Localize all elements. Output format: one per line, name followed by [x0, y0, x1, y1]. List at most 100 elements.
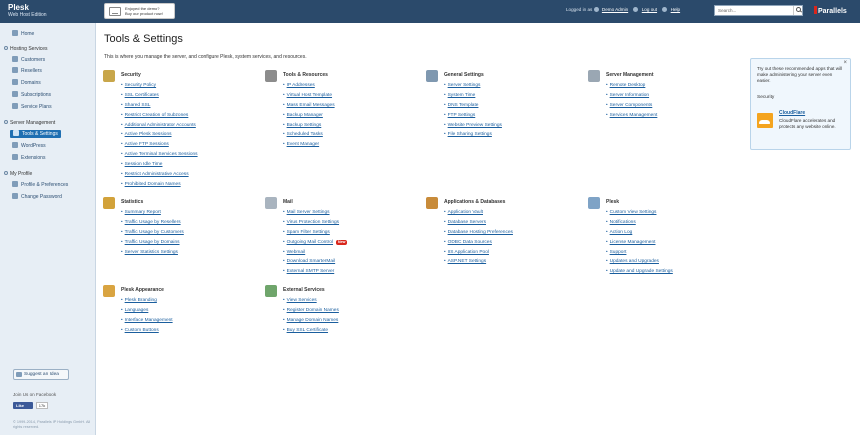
section-link[interactable]: Backup Manager	[283, 110, 335, 120]
section-link[interactable]: Interface Management	[121, 315, 173, 325]
section-link[interactable]: Traffic Usage by Domains	[121, 237, 184, 247]
sidebar-item-wordpress[interactable]: WordPress	[12, 142, 46, 150]
section-link[interactable]: Server Statistics Settings	[121, 247, 184, 257]
section-link[interactable]: ODBC Data Sources	[444, 237, 513, 247]
sidebar-item-domains[interactable]: Domains	[12, 79, 41, 87]
section-link[interactable]: Support	[606, 247, 673, 257]
buy-now-banner[interactable]: Enjoyed the demo? Buy our product now!	[104, 3, 175, 19]
tools-icon	[13, 130, 19, 136]
section-link[interactable]: Restrict Creation of Subzones	[121, 110, 198, 120]
sidebar-item-customers[interactable]: Customers	[12, 56, 45, 64]
section-link[interactable]: Active FTP Sessions	[121, 139, 198, 149]
section-link[interactable]: System Time	[444, 90, 502, 100]
section-link[interactable]: Plesk Branding	[121, 295, 173, 305]
section-link-label: Virus Protection Settings	[286, 219, 340, 225]
section-link[interactable]: Update and Upgrade Settings	[606, 266, 673, 276]
section-link-label: Buy SSL Certificate	[286, 327, 329, 333]
facebook-like-button[interactable]: Like	[13, 402, 33, 409]
section-link[interactable]: Buy SSL Certificate	[283, 325, 339, 335]
section-link[interactable]: Virtual Host Template	[283, 90, 335, 100]
section-link[interactable]: Custom View Settings	[606, 207, 673, 217]
section-link[interactable]: Remote Desktop	[606, 80, 657, 90]
section-link[interactable]: Virus Protection Settings	[283, 217, 347, 227]
section-link[interactable]: External SMTP Server	[283, 266, 347, 276]
section-link[interactable]: Database Servers	[444, 217, 513, 227]
search-icon[interactable]	[793, 6, 802, 15]
sidebar-item-subscriptions[interactable]: Subscriptions	[12, 91, 51, 99]
section-link[interactable]: Server Settings	[444, 80, 502, 90]
section-link[interactable]: IIS Application Pool	[444, 247, 513, 257]
section-link[interactable]: Traffic Usage by Customers	[121, 227, 184, 237]
section-link-label: Scheduled Tasks	[286, 132, 323, 138]
sidebar-item-service-plans[interactable]: Service Plans	[12, 103, 52, 111]
section-link[interactable]: DNS Template	[444, 100, 502, 110]
section-link[interactable]: Webmail	[283, 247, 347, 257]
section-link[interactable]: FTP Settings	[444, 110, 502, 120]
suggest-idea-button[interactable]: Suggest an Idea	[13, 369, 69, 380]
sidebar-item-home[interactable]: Home	[12, 30, 34, 38]
section-link[interactable]: Application Vault	[444, 207, 513, 217]
section-link[interactable]: Register Domain Names	[283, 305, 339, 315]
section-link[interactable]: Download SmarterMail	[283, 256, 347, 266]
sidebar-group-my-profile[interactable]: My Profile	[4, 170, 32, 178]
cloudflare-link[interactable]: CloudFlare	[779, 110, 805, 116]
section-link[interactable]: Active Terminal Services Sessions	[121, 149, 198, 159]
section-link[interactable]: Traffic Usage by Resellers	[121, 217, 184, 227]
search-input[interactable]: Search...	[714, 5, 803, 16]
key-icon	[12, 193, 18, 199]
sidebar-group-server-management[interactable]: Server Management	[4, 119, 55, 127]
section-link[interactable]: File Sharing Settings	[444, 129, 502, 139]
section-link[interactable]: Action Log	[606, 227, 673, 237]
page-intro: This is where you manage the server, and…	[104, 54, 307, 60]
section-link[interactable]: Website Preview Settings	[444, 120, 502, 130]
section-link-label: Database Servers	[447, 219, 487, 225]
section-link[interactable]: Server Information	[606, 90, 657, 100]
section-link[interactable]: Server Components	[606, 100, 657, 110]
logout-link[interactable]: Log out	[642, 7, 657, 12]
section-link[interactable]: View Services	[283, 295, 339, 305]
sidebar-group-hosting-services[interactable]: Hosting Services	[4, 45, 48, 53]
sidebar-item-resellers[interactable]: Resellers	[12, 67, 42, 75]
section-link[interactable]: Spam Filter Settings	[283, 227, 347, 237]
section-link[interactable]: Summary Report	[121, 207, 184, 217]
section-link[interactable]: Event Manager	[283, 139, 335, 149]
section-link[interactable]: Security Policy	[121, 80, 198, 90]
section-link[interactable]: IP Addresses	[283, 80, 335, 90]
section-link[interactable]: ASP.NET Settings	[444, 256, 513, 266]
section-link[interactable]: Mail Server Settings	[283, 207, 347, 217]
section-link[interactable]: Mass Email Messages	[283, 100, 335, 110]
section-links: Remote Desktop Server Information Server C…	[606, 80, 658, 120]
cloudflare-logo-icon[interactable]	[757, 113, 773, 128]
section-link[interactable]: Languages	[121, 305, 173, 315]
section-link[interactable]: SSL Certificates	[121, 90, 198, 100]
help-link[interactable]: Help	[671, 7, 680, 12]
recommended-apps-panel: × Try out these recommended apps that wi…	[750, 58, 851, 150]
section-link[interactable]: Backup Settings	[283, 120, 335, 130]
top-bar: Plesk Web Host Edition Enjoyed the demo?…	[0, 0, 860, 23]
sidebar-item-profile-preferences[interactable]: Profile & Preferences	[12, 181, 68, 189]
section-link[interactable]: Updates and Upgrades	[606, 256, 673, 266]
section-link[interactable]: Active Plesk Sessions	[121, 129, 198, 139]
section-link[interactable]: Restrict Administrative Access	[121, 169, 198, 179]
section-link[interactable]: Additional Administrator Accounts	[121, 120, 198, 130]
section-link-label: Mass Email Messages	[286, 102, 335, 108]
sidebar-item-change-password[interactable]: Change Password	[12, 193, 62, 201]
section-link[interactable]: Outgoing Mail ControlNew	[283, 237, 348, 247]
section-link[interactable]: Shared SSL	[121, 100, 198, 110]
section-link[interactable]: License Management	[606, 237, 673, 247]
section-link[interactable]: Custom Buttons	[121, 325, 173, 335]
sidebar-item-label: Profile & Preferences	[21, 182, 69, 188]
section-link-label: Website Preview Settings	[447, 122, 502, 128]
section-link[interactable]: Scheduled Tasks	[283, 129, 335, 139]
section-link[interactable]: Database Hosting Preferences	[444, 227, 513, 237]
section-link[interactable]: Notifications	[606, 217, 673, 227]
product-logo[interactable]: Plesk Web Host Edition	[8, 3, 47, 19]
section-link[interactable]: Session Idle Time	[121, 159, 198, 169]
user-link[interactable]: Demo Admin	[602, 7, 628, 12]
sidebar-item-tools-settings[interactable]: Tools & Settings	[10, 130, 61, 138]
sidebar-item-extensions[interactable]: Extensions	[12, 154, 45, 162]
section-link[interactable]: Services Management	[606, 110, 658, 120]
section-link[interactable]: Manage Domain Names	[283, 315, 339, 325]
section-link[interactable]: Prohibited Domain Names	[121, 179, 198, 189]
section-link-label: Virtual Host Template	[286, 92, 333, 98]
